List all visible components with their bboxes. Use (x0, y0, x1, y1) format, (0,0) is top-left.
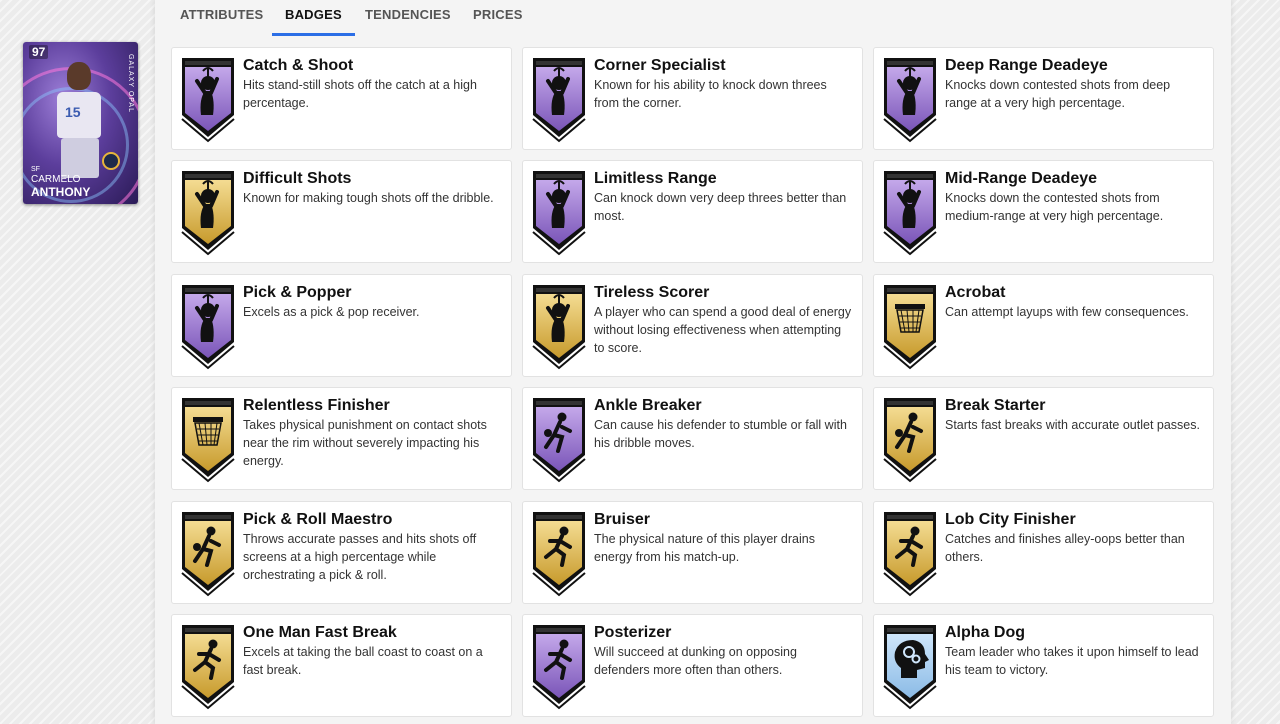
badge-name: Pick & Roll Maestro (243, 511, 393, 528)
tab-badges[interactable]: BADGES (272, 0, 355, 36)
badge-blue-shield-icon (883, 625, 937, 710)
badge-gold-shield-icon (181, 171, 235, 256)
badge-name: Break Starter (945, 397, 1046, 414)
badge-purple-shield-icon (532, 398, 586, 483)
badge-name: Lob City Finisher (945, 511, 1076, 528)
badge-card[interactable]: Alpha Dog Team leader who takes it upon h… (873, 614, 1214, 717)
badge-name: One Man Fast Break (243, 624, 397, 641)
badge-card[interactable]: Corner Specialist Known for his ability t… (522, 47, 863, 150)
badge-description: Known for making tough shots off the dri… (243, 191, 494, 205)
badge-card[interactable]: Limitless Range Can knock down very deep … (522, 160, 863, 263)
badge-gold-shield-icon (883, 512, 937, 597)
badge-card[interactable]: Catch & Shoot Hits stand-still shots off … (171, 47, 512, 150)
badge-description: A player who can spend a good deal of en… (594, 305, 852, 355)
badge-name: Mid-Range Deadeye (945, 170, 1098, 187)
player-rating: 97 (29, 45, 49, 59)
badge-description: Excels as a pick & pop receiver. (243, 305, 420, 319)
badge-description: Will succeed at dunking on opposing defe… (594, 645, 797, 677)
badge-description: Hits stand-still shots off the catch at … (243, 78, 477, 110)
badge-card[interactable]: Acrobat Can attempt layups with few conse… (873, 274, 1214, 377)
badge-description: Knocks down the contested shots from med… (945, 191, 1164, 223)
badge-name: Tireless Scorer (594, 284, 710, 301)
card-tier-label: GALAXY OPAL (127, 54, 134, 113)
badge-description: Can knock down very deep threes better t… (594, 191, 847, 223)
jersey-number: 15 (65, 104, 81, 120)
tab-tendencies[interactable]: TENDENCIES (365, 0, 451, 33)
badge-card[interactable]: Lob City Finisher Catches and finishes al… (873, 501, 1214, 604)
badge-name: Posterizer (594, 624, 672, 641)
badge-description: Starts fast breaks with accurate outlet … (945, 418, 1200, 432)
badge-name: Corner Specialist (594, 57, 726, 74)
badge-purple-shield-icon (883, 58, 937, 143)
player-position: SF (31, 166, 40, 173)
badge-gold-shield-icon (532, 285, 586, 370)
badge-name: Pick & Popper (243, 284, 352, 301)
badge-gold-shield-icon (181, 625, 235, 710)
badge-purple-shield-icon (181, 285, 235, 370)
badge-card[interactable]: Mid-Range Deadeye Knocks down the contest… (873, 160, 1214, 263)
badge-description: Can cause his defender to stumble or fal… (594, 418, 847, 450)
badge-card[interactable]: Relentless Finisher Takes physical punish… (171, 387, 512, 490)
badge-card[interactable]: Deep Range Deadeye Knocks down contested … (873, 47, 1214, 150)
badge-name: Deep Range Deadeye (945, 57, 1108, 74)
badge-card[interactable]: One Man Fast Break Excels at taking the b… (171, 614, 512, 717)
badge-description: The physical nature of this player drain… (594, 532, 815, 564)
badge-purple-shield-icon (532, 171, 586, 256)
badge-name: Limitless Range (594, 170, 717, 187)
badge-card[interactable]: Break Starter Starts fast breaks with acc… (873, 387, 1214, 490)
player-shorts (61, 138, 99, 178)
badge-purple-shield-icon (181, 58, 235, 143)
badge-description: Team leader who takes it upon himself to… (945, 645, 1199, 677)
badge-card[interactable]: Bruiser The physical nature of this playe… (522, 501, 863, 604)
tab-prices[interactable]: PRICES (473, 0, 523, 33)
badge-gold-shield-icon (532, 512, 586, 597)
badge-description: Catches and finishes alley-oops better t… (945, 532, 1185, 564)
badge-gold-shield-icon (181, 398, 235, 483)
badge-name: Ankle Breaker (594, 397, 702, 414)
badge-gold-shield-icon (883, 398, 937, 483)
badge-name: Relentless Finisher (243, 397, 390, 414)
badge-name: Bruiser (594, 511, 651, 528)
badge-card[interactable]: Posterizer Will succeed at dunking on opp… (522, 614, 863, 717)
badge-name: Difficult Shots (243, 170, 352, 187)
badge-description: Excels at taking the ball coast to coast… (243, 645, 483, 677)
badge-description: Can attempt layups with few consequences… (945, 305, 1189, 319)
player-card[interactable]: 15 97 GALAXY OPAL SF CARMELO ANTHONY (23, 42, 138, 204)
badge-name: Acrobat (945, 284, 1006, 301)
badge-card[interactable]: Difficult Shots Known for making tough sh… (171, 160, 512, 263)
tab-attributes[interactable]: ATTRIBUTES (180, 0, 263, 33)
badge-name: Alpha Dog (945, 624, 1025, 641)
badge-card[interactable]: Ankle Breaker Can cause his defender to s… (522, 387, 863, 490)
badge-description: Knocks down contested shots from deep ra… (945, 78, 1171, 110)
player-head (67, 62, 91, 90)
badge-purple-shield-icon (532, 58, 586, 143)
badge-description: Takes physical punishment on contact sho… (243, 418, 487, 468)
team-logo-icon (102, 152, 120, 170)
badge-purple-shield-icon (532, 625, 586, 710)
player-last-name: ANTHONY (31, 185, 91, 199)
badge-name: Catch & Shoot (243, 57, 354, 74)
badge-card[interactable]: Pick & Popper Excels as a pick & pop rece… (171, 274, 512, 377)
player-detail-panel: ATTRIBUTES BADGES TENDENCIES PRICES Catc… (155, 0, 1231, 724)
badge-gold-shield-icon (181, 512, 235, 597)
badge-description: Throws accurate passes and hits shots of… (243, 532, 477, 582)
tab-bar: ATTRIBUTES BADGES TENDENCIES PRICES (155, 0, 1231, 36)
badge-description: Known for his ability to knock down thre… (594, 78, 827, 110)
badge-card[interactable]: Tireless Scorer A player who can spend a … (522, 274, 863, 377)
badge-purple-shield-icon (883, 171, 937, 256)
badge-gold-shield-icon (883, 285, 937, 370)
player-first-name: CARMELO (31, 174, 81, 185)
badge-card[interactable]: Pick & Roll Maestro Throws accurate passe… (171, 501, 512, 604)
